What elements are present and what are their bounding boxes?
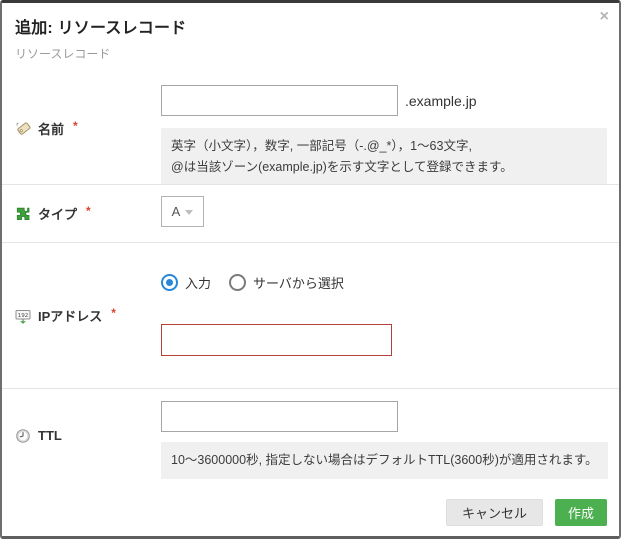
- ip-address-input[interactable]: [161, 324, 392, 356]
- ip-label-group: 192 IPアドレス *: [2, 243, 161, 388]
- clock-icon: [15, 428, 31, 444]
- type-select[interactable]: A: [161, 196, 204, 227]
- radio-server-label: サーバから選択: [253, 273, 344, 292]
- chevron-down-icon: [185, 210, 193, 215]
- zone-suffix-label: .example.jp: [405, 93, 477, 109]
- ttl-help-text: 10～3600000秒, 指定しない場合はデフォルトTTL(3600秒)が適用さ…: [171, 450, 598, 471]
- ip-address-icon: 192: [15, 308, 31, 324]
- ttl-label-group: TTL: [2, 389, 161, 482]
- ttl-field-area: 10～3600000秒, 指定しない場合はデフォルトTTL(3600秒)が適用さ…: [161, 389, 620, 482]
- type-field-label: タイプ: [38, 204, 77, 223]
- radio-input-label: 入力: [185, 273, 211, 292]
- type-selected-value: A: [172, 204, 181, 219]
- name-field-area: .example.jp 英字（小文字），数字, 一部記号（-.@_*），1～63…: [161, 73, 619, 184]
- add-resource-record-dialog: 追加: リソースレコード リソースレコード × 名前 * .example.jp: [0, 0, 621, 539]
- name-help-line1: 英字（小文字），数字, 一部記号（-.@_*），1～63文字,: [171, 136, 597, 157]
- name-field-label: 名前: [38, 119, 64, 138]
- form-row-ip: 192 IPアドレス * 入力 サーバから選択: [2, 242, 619, 388]
- dialog-title: 追加: リソースレコード: [15, 14, 605, 38]
- form-row-ttl: TTL 10～3600000秒, 指定しない場合はデフォルトTTL(3600秒)…: [2, 388, 619, 482]
- radio-option-select-from-server[interactable]: サーバから選択: [229, 273, 344, 292]
- ttl-help-box: 10～3600000秒, 指定しない場合はデフォルトTTL(3600秒)が適用さ…: [161, 442, 608, 479]
- tag-icon: [15, 121, 31, 137]
- puzzle-icon: [15, 206, 31, 222]
- close-icon[interactable]: ×: [600, 9, 609, 25]
- form-row-type: タイプ * A: [2, 184, 619, 242]
- dialog-subtitle: リソースレコード: [15, 45, 605, 62]
- name-input[interactable]: [161, 85, 398, 116]
- name-required-marker: *: [73, 119, 78, 133]
- name-input-row: .example.jp: [161, 85, 607, 116]
- name-help-line2: @は当該ゾーン(example.jp)を示す文字として登録できます。: [171, 157, 597, 178]
- ip-field-area: 入力 サーバから選択: [161, 243, 619, 388]
- ip-field-label: IPアドレス: [38, 306, 102, 325]
- type-required-marker: *: [86, 204, 91, 218]
- name-help-box: 英字（小文字），数字, 一部記号（-.@_*），1～63文字, @は当該ゾーン(…: [161, 128, 607, 185]
- ip-icon-text: 192: [18, 313, 29, 319]
- ttl-input[interactable]: [161, 401, 398, 432]
- type-field-area: A: [161, 185, 619, 242]
- radio-unselected-icon[interactable]: [229, 274, 246, 291]
- ttl-field-label: TTL: [38, 428, 62, 443]
- create-button[interactable]: 作成: [555, 499, 607, 526]
- ip-source-radio-group: 入力 サーバから選択: [161, 273, 607, 292]
- radio-selected-icon[interactable]: [161, 274, 178, 291]
- type-label-group: タイプ *: [2, 185, 161, 242]
- dialog-header: 追加: リソースレコード リソースレコード ×: [2, 3, 619, 73]
- cancel-button[interactable]: キャンセル: [446, 499, 543, 526]
- name-label-group: 名前 *: [2, 73, 161, 184]
- dialog-footer: キャンセル 作成: [2, 482, 619, 536]
- radio-option-input[interactable]: 入力: [161, 273, 211, 292]
- ip-required-marker: *: [111, 306, 116, 320]
- form-row-name: 名前 * .example.jp 英字（小文字），数字, 一部記号（-.@_*）…: [2, 73, 619, 184]
